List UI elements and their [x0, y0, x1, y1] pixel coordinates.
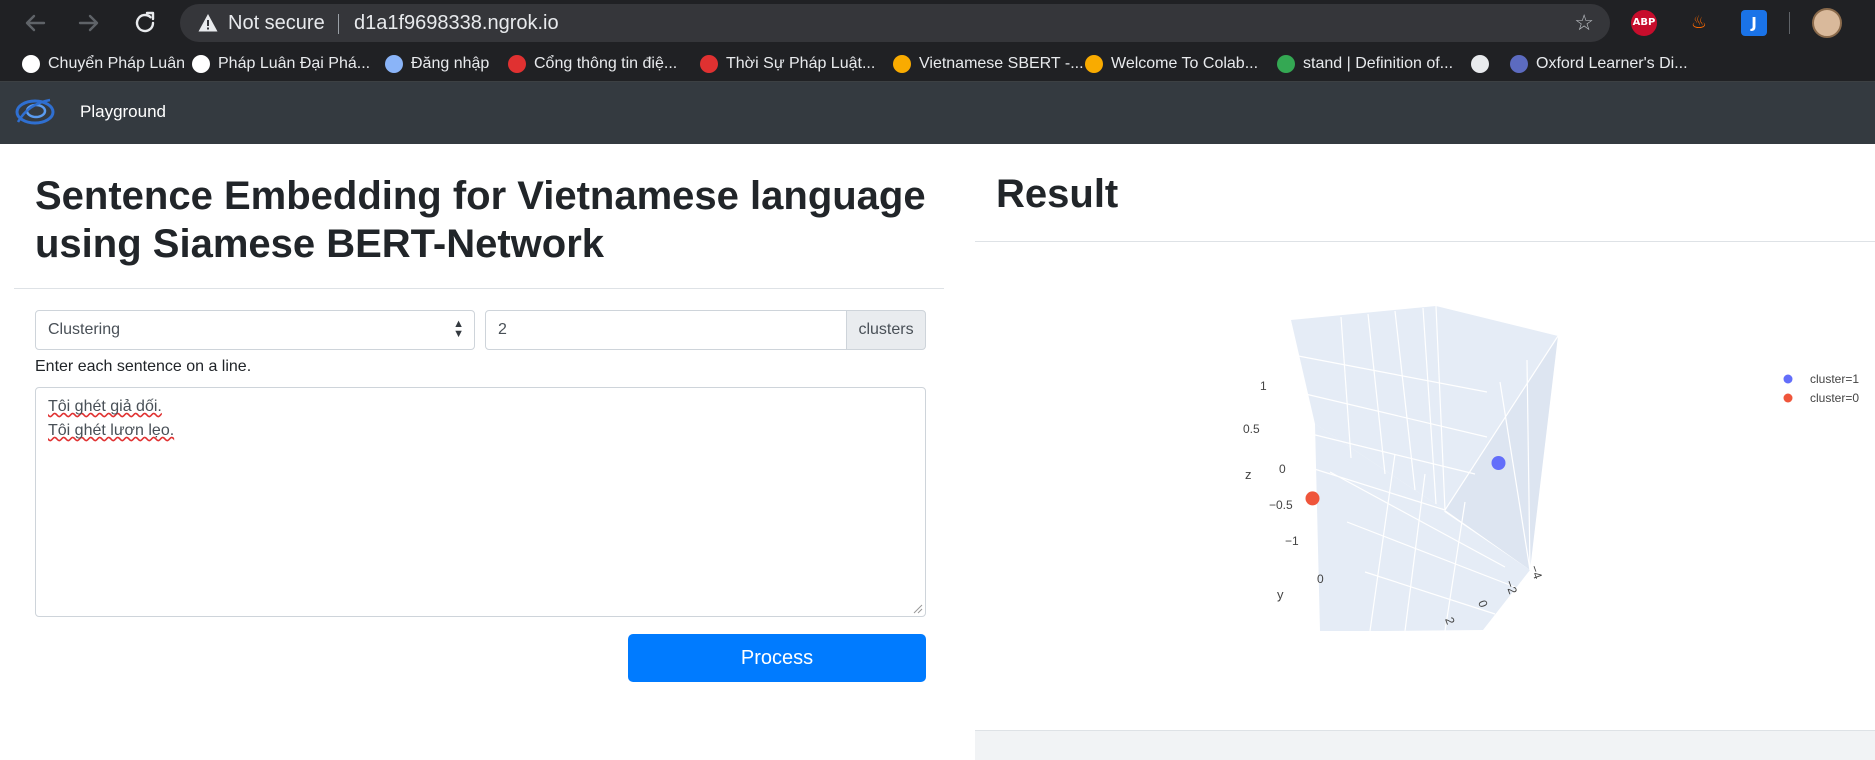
bookmark-item[interactable]: Đăng nhập [385, 53, 489, 75]
z-tick: 0 [1279, 462, 1286, 476]
mode-select[interactable]: Clustering ▲ ▼ [35, 310, 475, 350]
forward-button[interactable] [74, 8, 104, 38]
plot-legend: cluster=1 cluster=0 [1783, 372, 1859, 405]
j-extension-icon[interactable]: J [1741, 10, 1767, 36]
address-bar[interactable]: Not secure d1a1f9698338.ngrok.io ☆ [180, 4, 1610, 42]
bookmark-item[interactable]: Vietnamese SBERT -... [893, 53, 1084, 75]
clusters-input[interactable]: 2 [485, 310, 847, 350]
bookmark-item[interactable] [1471, 53, 1497, 75]
bookmark-favicon-icon [1277, 55, 1295, 73]
legend-marker [1783, 393, 1793, 403]
bookmark-label: Welcome To Colab... [1111, 55, 1259, 72]
legend-label[interactable]: cluster=0 [1810, 391, 1859, 405]
sentence-line: Tôi ghét lươn lẹo. [48, 422, 175, 439]
bookmark-favicon-icon [1471, 55, 1489, 73]
data-point-cluster-0[interactable] [1305, 491, 1320, 506]
profile-avatar[interactable] [1812, 8, 1842, 38]
toolbar-divider [1789, 12, 1790, 34]
y-axis-label: y [1277, 587, 1284, 602]
process-button-label: Process [740, 647, 814, 669]
bookmarks-bar: Chuyển Pháp Luân Pháp Luân Đại Phá... Đăng… [0, 46, 1875, 82]
bookmark-item[interactable]: Chuyển Pháp Luân [22, 53, 185, 75]
clusters-addon: clusters [846, 310, 926, 350]
clusters-addon-label: clusters [858, 321, 914, 338]
result-title: Result [996, 172, 1119, 216]
bookmark-item[interactable]: stand | Definition of... [1277, 53, 1453, 75]
result-footer [975, 730, 1875, 760]
nav-link-playground[interactable]: Playground [80, 102, 166, 122]
sentence-line: Tôi ghét giả dối. [48, 398, 162, 415]
data-point-cluster-1[interactable] [1491, 456, 1506, 470]
bookmark-label: Pháp Luân Đại Phá... [218, 55, 371, 72]
bookmark-item[interactable]: Oxford Learner's Di... [1510, 53, 1688, 75]
bookmark-favicon-icon [1510, 55, 1528, 73]
adblock-plus-icon[interactable]: ABP [1631, 10, 1657, 36]
reload-button[interactable] [130, 8, 160, 38]
select-caret-icon: ▲ ▼ [453, 318, 464, 340]
warning-icon [198, 14, 218, 32]
bookmark-label: Oxford Learner's Di... [1536, 55, 1688, 72]
bookmark-label: Chuyển Pháp Luân [48, 55, 185, 72]
z-tick: −1 [1285, 534, 1299, 548]
bookmark-favicon-icon [893, 55, 911, 73]
bookmark-label: Cổng thông tin điệ... [534, 55, 678, 72]
bookmark-favicon-icon [192, 55, 210, 73]
divider [14, 288, 944, 289]
z-tick: 1 [1260, 379, 1267, 393]
bookmark-favicon-icon [385, 55, 403, 73]
process-button[interactable]: Process [628, 634, 926, 682]
brand-logo-icon[interactable] [14, 96, 56, 128]
z-axis-label: z [1245, 467, 1252, 482]
page-title: Sentence Embedding for Vietnamese langua… [35, 174, 926, 266]
url-text[interactable]: d1a1f9698338.ngrok.io [354, 12, 559, 35]
z-tick: −0.5 [1269, 498, 1293, 512]
arrow-right-icon [78, 14, 99, 32]
not-secure-label: Not secure [228, 12, 325, 34]
bookmark-favicon-icon [508, 55, 526, 73]
z-tick: 0.5 [1243, 422, 1260, 436]
mode-select-value: Clustering [48, 321, 121, 338]
result-panel: Result 1 0.5 0 −0.5 −1 z y 0 2 0 −2 −4 c… [975, 144, 1875, 760]
bookmark-label: Vietnamese SBERT -... [919, 55, 1084, 72]
resize-handle-icon[interactable] [913, 604, 923, 614]
browser-toolbar: Not secure d1a1f9698338.ngrok.io ☆ ABP ♨… [0, 0, 1875, 46]
back-button[interactable] [20, 8, 50, 38]
bookmark-item[interactable]: Pháp Luân Đại Phá... [192, 53, 370, 75]
legend-marker [1783, 374, 1793, 384]
bookmark-favicon-icon [1085, 55, 1103, 73]
reload-icon [135, 11, 155, 33]
fire-extension-icon[interactable]: ♨ [1686, 10, 1712, 36]
legend-label[interactable]: cluster=1 [1810, 372, 1859, 386]
bookmark-label: Đăng nhập [411, 55, 490, 72]
omnibox-separator [338, 14, 339, 34]
bookmark-item[interactable]: Welcome To Colab... [1085, 53, 1258, 75]
bookmark-label: stand | Definition of... [1303, 55, 1454, 72]
form-panel: Sentence Embedding for Vietnamese langua… [0, 144, 975, 760]
bookmark-favicon-icon [22, 55, 40, 73]
y-tick: 0 [1317, 572, 1324, 586]
scatter-3d-plot[interactable]: 1 0.5 0 −0.5 −1 z y 0 2 0 −2 −4 cluster=… [975, 242, 1875, 697]
bookmark-favicon-icon [700, 55, 718, 73]
arrow-left-icon [25, 14, 46, 32]
bookmark-label: Thời Sự Pháp Luật... [726, 55, 876, 72]
bookmark-star-icon[interactable]: ☆ [1574, 10, 1594, 36]
sentences-textarea[interactable]: Tôi ghét giả dối. Tôi ghét lươn lẹo. [35, 387, 926, 617]
bookmark-item[interactable]: Cổng thông tin điệ... [508, 53, 677, 75]
sentences-hint: Enter each sentence on a line. [35, 358, 252, 375]
app-navbar: Playground [0, 82, 1875, 144]
bookmark-item[interactable]: Thời Sự Pháp Luật... [700, 53, 875, 75]
clusters-input-value: 2 [498, 321, 507, 338]
